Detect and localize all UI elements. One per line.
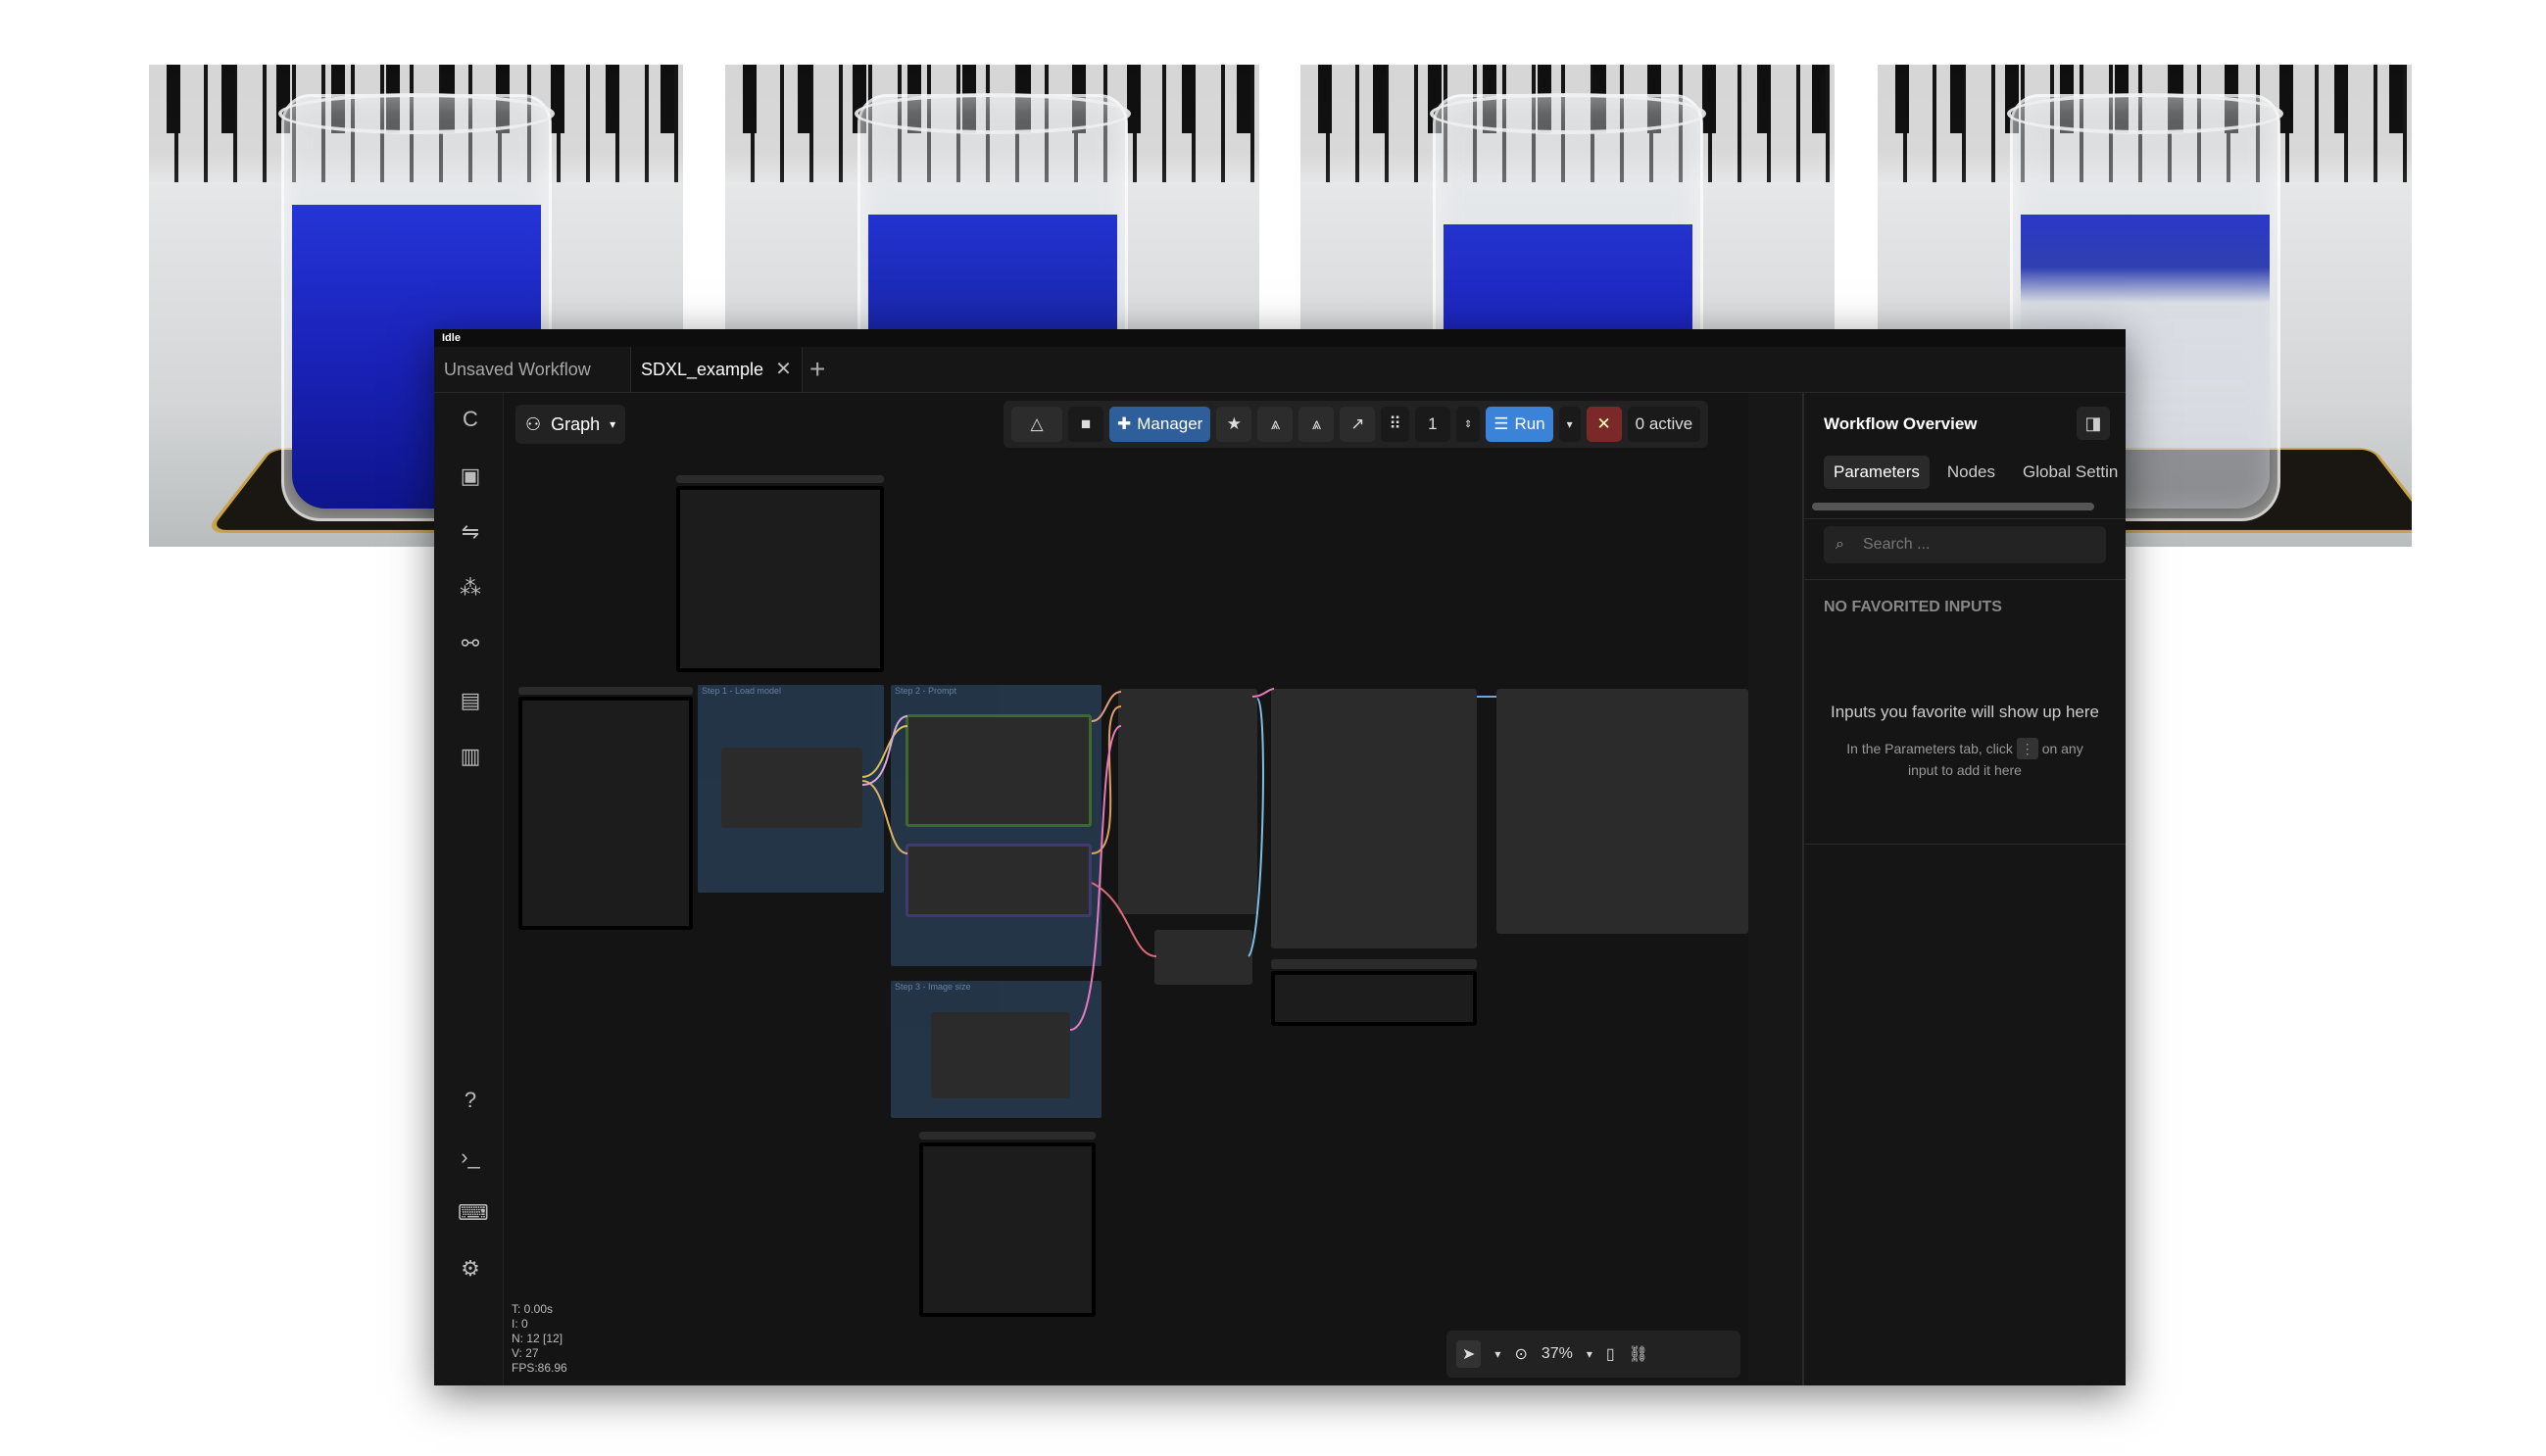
tab-label: Unsaved Workflow	[444, 360, 591, 379]
terminal-icon[interactable]: ›_	[458, 1144, 483, 1170]
fit-view-icon[interactable]: ⊙	[1514, 1344, 1527, 1364]
stat-vertices: V: 27	[512, 1346, 539, 1360]
search-input[interactable]: ⌕ Search ...	[1824, 526, 2106, 563]
empty-state-body: In the Parameters tab, click ⋮ on any in…	[1834, 738, 2096, 781]
queue-icon[interactable]: ⇋	[458, 519, 483, 545]
select-cursor-icon[interactable]: ➤	[1456, 1340, 1482, 1368]
tab-sdxl-example[interactable]: SDXL_example ✕	[630, 347, 803, 392]
node-library-icon[interactable]: ⁂	[458, 575, 483, 601]
tab-unsaved-workflow[interactable]: Unsaved Workflow	[434, 347, 601, 392]
tab-global-settings[interactable]: Global Settin	[2013, 456, 2126, 489]
empty-state-title: Inputs you favorite will show up here	[1830, 703, 2100, 721]
stat-fps: FPS:86.96	[512, 1361, 567, 1375]
zoom-level[interactable]: 37%	[1542, 1345, 1573, 1363]
images-icon[interactable]: ▣	[458, 463, 483, 489]
help-icon[interactable]: ?	[458, 1088, 483, 1113]
stat-nodes: N: 12 [12]	[512, 1332, 563, 1345]
tabs-scrollbar[interactable]	[1812, 503, 2094, 510]
chevron-down-icon[interactable]: ▾	[1587, 1347, 1592, 1361]
more-options-icon: ⋮	[2016, 738, 2038, 759]
status-text: Idle	[442, 332, 461, 344]
tab-nodes[interactable]: Nodes	[1937, 456, 2005, 489]
minimap-icon[interactable]: ▯	[1606, 1344, 1615, 1364]
tab-label: SDXL_example	[641, 360, 764, 379]
comfy-logo-icon[interactable]: C	[458, 407, 483, 432]
settings-gear-icon[interactable]: ⚙	[458, 1256, 483, 1282]
empty-body-part-1: In the Parameters tab, click	[1846, 741, 2013, 756]
chevron-down-icon[interactable]: ▾	[1494, 1347, 1500, 1361]
stat-iterations: I: 0	[512, 1317, 528, 1331]
templates-icon[interactable]: ▥	[458, 744, 483, 769]
tab-parameters[interactable]: Parameters	[1824, 456, 1930, 489]
app-window: Idle Unsaved Workflow SDXL_example ✕ + C …	[434, 329, 2126, 1385]
graph-canvas[interactable]: ⚇ Graph ▾ △ ■ ✚ Manager ★ ⩓ ⩓ ↗ ⠿ 1 ⇕ ☰ …	[504, 393, 1748, 1385]
close-icon[interactable]: ✕	[775, 359, 792, 380]
workflow-tab-bar: Unsaved Workflow SDXL_example ✕ +	[434, 347, 2126, 393]
canvas-controls: ➤ ▾ ⊙ 37% ▾ ▯ ⛓	[1446, 1331, 1740, 1378]
title-bar: Idle	[434, 329, 2126, 347]
node-links	[861, 688, 1496, 1031]
workflows-icon[interactable]: ▤	[458, 688, 483, 713]
model-library-icon[interactable]: ⚯	[458, 631, 483, 656]
toggle-links-icon[interactable]: ⛓	[1629, 1344, 1648, 1364]
panel-tabs: Parameters Nodes Global Settin	[1824, 456, 2126, 489]
sidebar: C ▣ ⇋ ⁂ ⚯ ▤ ▥ ? ›_ ⌨ ⚙	[434, 393, 504, 1385]
search-icon: ⌕	[1836, 536, 1844, 553]
search-placeholder: Search ...	[1863, 536, 1931, 553]
add-tab-icon[interactable]: +	[809, 355, 825, 384]
workflow-overview-panel: Workflow Overview ◨ Parameters Nodes Glo…	[1802, 393, 2126, 1385]
no-favorites-heading: NO FAVORITED INPUTS	[1824, 599, 2002, 615]
render-stats: T: 0.00s I: 0 N: 12 [12] V: 27 FPS:86.96	[512, 1302, 567, 1376]
keyboard-icon[interactable]: ⌨	[458, 1200, 489, 1226]
toggle-panel-icon[interactable]: ◨	[2077, 407, 2110, 440]
panel-title: Workflow Overview	[1824, 414, 1978, 433]
stat-time: T: 0.00s	[512, 1302, 554, 1316]
